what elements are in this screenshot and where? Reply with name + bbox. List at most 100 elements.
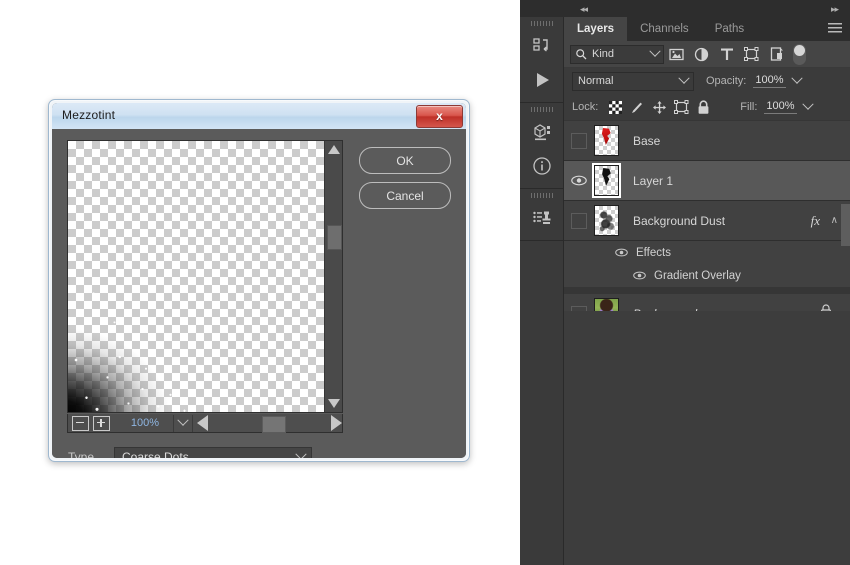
- scroll-right-arrow-icon[interactable]: [331, 415, 342, 431]
- tab-channels[interactable]: Channels: [627, 17, 702, 41]
- visibility-toggle[interactable]: [564, 201, 594, 240]
- search-icon: [576, 48, 587, 59]
- 3d-icon[interactable]: [520, 115, 563, 149]
- preview-vertical-scrollbar[interactable]: [324, 141, 342, 412]
- scroll-down-arrow-icon[interactable]: [328, 399, 340, 408]
- blend-mode-row: Normal Opacity: 100%: [564, 68, 850, 94]
- effects-label[interactable]: Effects: [636, 247, 671, 259]
- layer-list: Base Layer 1 Background Dust fx ∧ Effect…: [564, 121, 850, 565]
- effects-collapse-icon[interactable]: ∧: [831, 215, 838, 226]
- opacity-value[interactable]: 100%: [753, 74, 786, 88]
- smart-object-filter-icon[interactable]: [764, 43, 789, 65]
- scroll-up-arrow-icon[interactable]: [328, 145, 340, 154]
- info-icon[interactable]: [520, 149, 563, 183]
- lock-transparent-pixels-icon[interactable]: [604, 97, 626, 117]
- preview-hscroll-track[interactable]: [208, 415, 331, 433]
- effects-row[interactable]: Effects: [564, 241, 850, 264]
- lock-position-icon[interactable]: [648, 97, 670, 117]
- eye-off-icon: [571, 212, 587, 229]
- type-filter-icon[interactable]: [714, 43, 739, 65]
- chevron-down-icon: [291, 448, 311, 458]
- pixel-filter-icon[interactable]: [664, 43, 689, 65]
- play-icon[interactable]: [520, 63, 563, 97]
- opacity-label: Opacity:: [706, 75, 747, 87]
- collapse-right-icon[interactable]: ▸▸: [831, 4, 839, 15]
- ok-button[interactable]: OK: [359, 147, 451, 174]
- layer-name[interactable]: Background Dust: [633, 214, 725, 228]
- layer-thumbnail[interactable]: [594, 205, 619, 236]
- dock-topbar: ◂◂ ▸▸: [520, 0, 850, 17]
- dialog-body: 100% Type Coarse Dots OK Cancel: [52, 129, 466, 458]
- type-selected-value: Coarse Dots: [122, 450, 189, 458]
- lock-label: Lock:: [572, 101, 599, 113]
- chevron-down-icon: [647, 45, 663, 58]
- visibility-toggle[interactable]: [614, 246, 628, 260]
- eye-icon: [571, 175, 587, 186]
- lock-all-icon[interactable]: [692, 97, 714, 117]
- rail-group-clone: [520, 193, 563, 241]
- layer-name[interactable]: Base: [633, 134, 660, 148]
- effect-row-gradient-overlay[interactable]: Gradient Overlay: [564, 264, 850, 287]
- panel-tabs: Layers Channels Paths: [564, 17, 850, 41]
- tab-layers[interactable]: Layers: [564, 17, 628, 41]
- thumbnail-art: [601, 128, 611, 145]
- thumbnail-art: [602, 168, 611, 186]
- rail-grip[interactable]: [530, 21, 553, 26]
- preview-zoom-bar: 100%: [67, 414, 343, 433]
- effect-label[interactable]: Gradient Overlay: [654, 270, 741, 282]
- layers-panel: Layers Channels Paths Kind Normal Opacit…: [564, 17, 850, 565]
- rail-grip[interactable]: [530, 107, 553, 112]
- adjustment-filter-icon[interactable]: [689, 43, 714, 65]
- zoom-dropdown-button[interactable]: [173, 414, 193, 432]
- visibility-toggle[interactable]: [564, 121, 594, 160]
- dialog-title: Mezzotint: [62, 108, 116, 122]
- dialog-titlebar[interactable]: Mezzotint x: [52, 103, 466, 130]
- lock-artboard-icon[interactable]: [670, 97, 692, 117]
- dialog-inner: Mezzotint x 100% Type Coarse Dots OK Can…: [52, 103, 466, 458]
- clone-source-icon[interactable]: [520, 201, 563, 235]
- filter-enable-toggle[interactable]: [793, 43, 806, 65]
- layer-row-base[interactable]: Base: [564, 121, 850, 161]
- filter-kind-select[interactable]: Kind: [570, 44, 664, 64]
- layer-row-background-dust[interactable]: Background Dust fx ∧: [564, 201, 850, 241]
- zoom-level-value[interactable]: 100%: [117, 417, 173, 429]
- zoom-out-button[interactable]: [72, 415, 89, 431]
- eye-off-icon: [571, 132, 587, 149]
- history-icon[interactable]: [520, 29, 563, 63]
- layer-list-scroll-thumb[interactable]: [841, 204, 850, 246]
- cancel-button[interactable]: Cancel: [359, 182, 451, 209]
- screen: Mezzotint x 100% Type Coarse Dots OK Can…: [0, 0, 850, 565]
- layer-row-layer-1[interactable]: Layer 1: [564, 161, 850, 201]
- scroll-left-arrow-icon[interactable]: [197, 415, 208, 431]
- zoom-in-button[interactable]: [93, 415, 110, 431]
- eye-icon: [632, 271, 646, 280]
- layer-filter-row: Kind: [564, 41, 850, 68]
- close-button[interactable]: x: [416, 105, 463, 128]
- chevron-down-icon: [675, 72, 693, 85]
- type-select[interactable]: Coarse Dots: [114, 447, 312, 458]
- layer-thumbnail[interactable]: [592, 163, 621, 198]
- fill-dropdown-icon[interactable]: [799, 98, 817, 111]
- blend-mode-value: Normal: [578, 75, 614, 87]
- fill-value[interactable]: 100%: [764, 100, 797, 114]
- preview-vscroll-thumb[interactable]: [327, 225, 342, 250]
- collapse-left-icon[interactable]: ◂◂: [580, 4, 588, 15]
- layer-name[interactable]: Layer 1: [633, 174, 673, 188]
- visibility-toggle[interactable]: [564, 161, 594, 200]
- layer-thumbnail[interactable]: [594, 125, 619, 156]
- type-row: Type Coarse Dots: [68, 447, 312, 458]
- filter-preview[interactable]: [67, 140, 343, 413]
- blend-mode-select[interactable]: Normal: [572, 71, 694, 91]
- opacity-dropdown-icon[interactable]: [788, 72, 806, 85]
- visibility-toggle[interactable]: [632, 269, 646, 283]
- rail-grip[interactable]: [530, 193, 553, 198]
- preview-hscroll-thumb[interactable]: [262, 415, 286, 433]
- mezzotint-dialog: Mezzotint x 100% Type Coarse Dots OK Can…: [48, 99, 470, 462]
- tab-paths[interactable]: Paths: [702, 17, 757, 41]
- panel-menu-icon[interactable]: [828, 23, 842, 35]
- lock-image-pixels-icon[interactable]: [626, 97, 648, 117]
- rail-group-3d: [520, 107, 563, 189]
- fx-badge[interactable]: fx: [811, 213, 820, 229]
- shape-filter-icon[interactable]: [739, 43, 764, 65]
- lock-row: Lock: Fill: 100%: [564, 94, 850, 120]
